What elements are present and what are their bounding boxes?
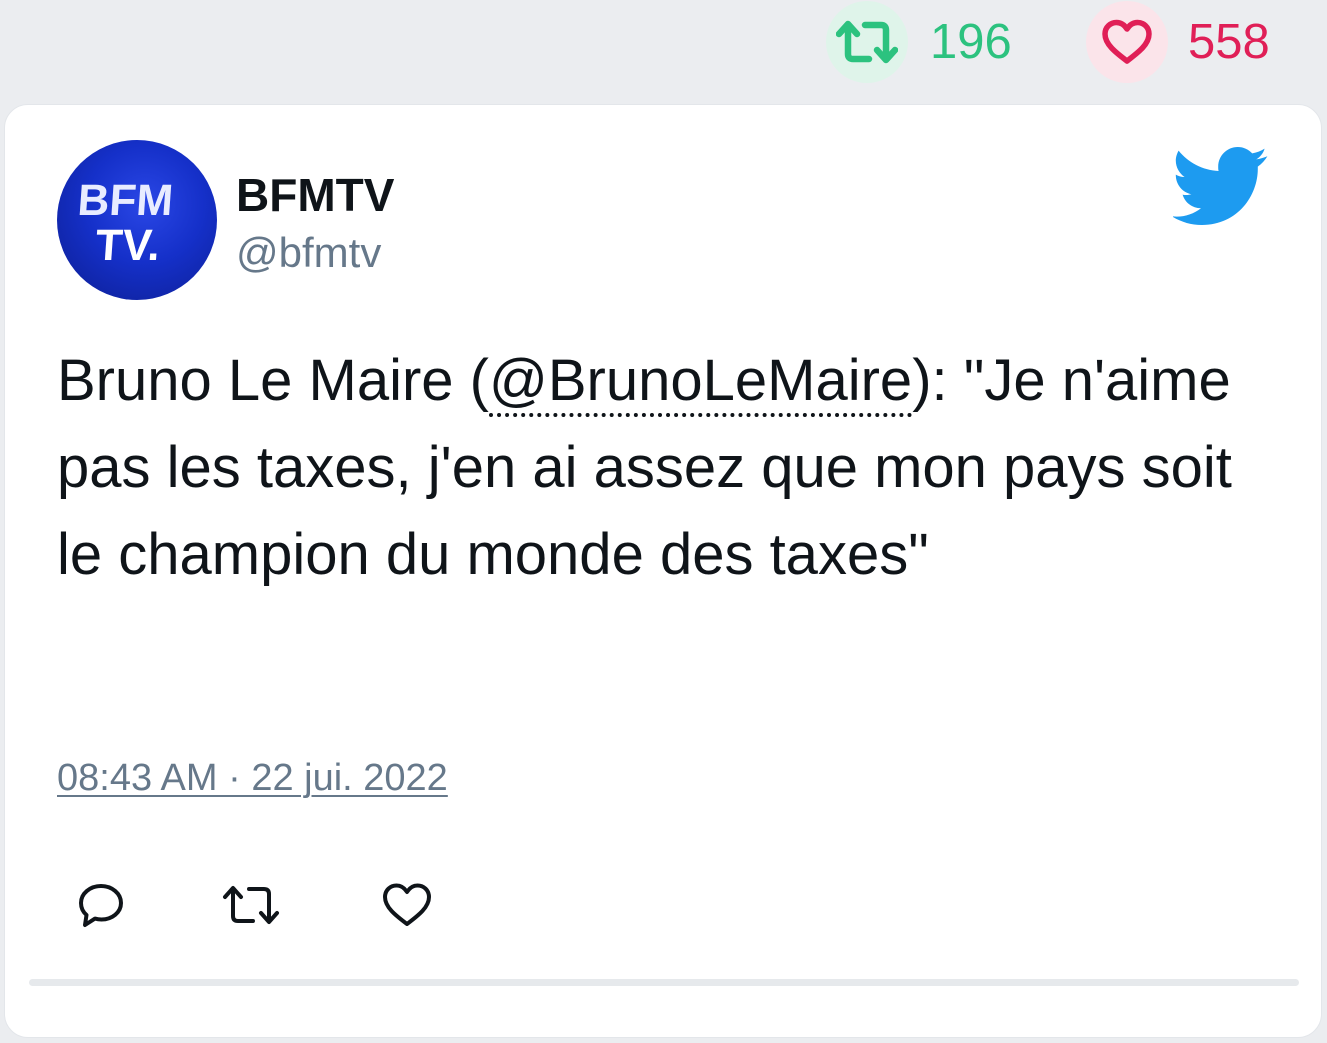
like-stat[interactable]: 558 <box>1086 0 1270 84</box>
retweet-stat-circle[interactable] <box>826 1 908 83</box>
heart-icon <box>383 883 431 926</box>
tweet-timestamp[interactable]: 08:43 AM · 22 jui. 2022 <box>57 757 448 800</box>
tweet-actions <box>5 875 1321 935</box>
avatar-logo-line1: BFM <box>76 176 175 225</box>
like-count: 558 <box>1188 15 1270 69</box>
divider <box>29 979 1299 986</box>
retweet-button[interactable] <box>221 875 281 935</box>
reply-button[interactable] <box>71 875 131 935</box>
twitter-bird-icon[interactable] <box>1171 147 1269 230</box>
like-button[interactable] <box>377 875 437 935</box>
reply-icon <box>79 884 123 927</box>
like-stat-circle[interactable] <box>1086 1 1168 83</box>
bfmtv-logo: BFM TV. <box>76 176 175 270</box>
avatar-logo-line2: TV. <box>94 221 162 270</box>
heart-icon <box>1102 19 1152 64</box>
retweet-count: 196 <box>930 15 1012 69</box>
author-handle[interactable]: @bfmtv <box>236 229 381 277</box>
engagement-summary: 196 558 <box>0 0 1327 86</box>
tweet-text: Bruno Le Maire (@BrunoLeMaire): "Je n'ai… <box>57 337 1257 598</box>
author-name[interactable]: BFMTV <box>236 168 394 222</box>
tweet-text-before: Bruno Le Maire ( <box>57 348 489 413</box>
tweet-card: BFM TV. BFMTV @bfmtv Bruno Le Maire (@Br… <box>4 104 1322 1038</box>
retweet-stat[interactable]: 196 <box>826 0 1012 84</box>
mention-link[interactable]: @BrunoLeMaire <box>488 348 913 417</box>
avatar[interactable]: BFM TV. <box>57 140 217 300</box>
retweet-icon <box>223 886 279 924</box>
retweet-icon <box>836 20 898 64</box>
